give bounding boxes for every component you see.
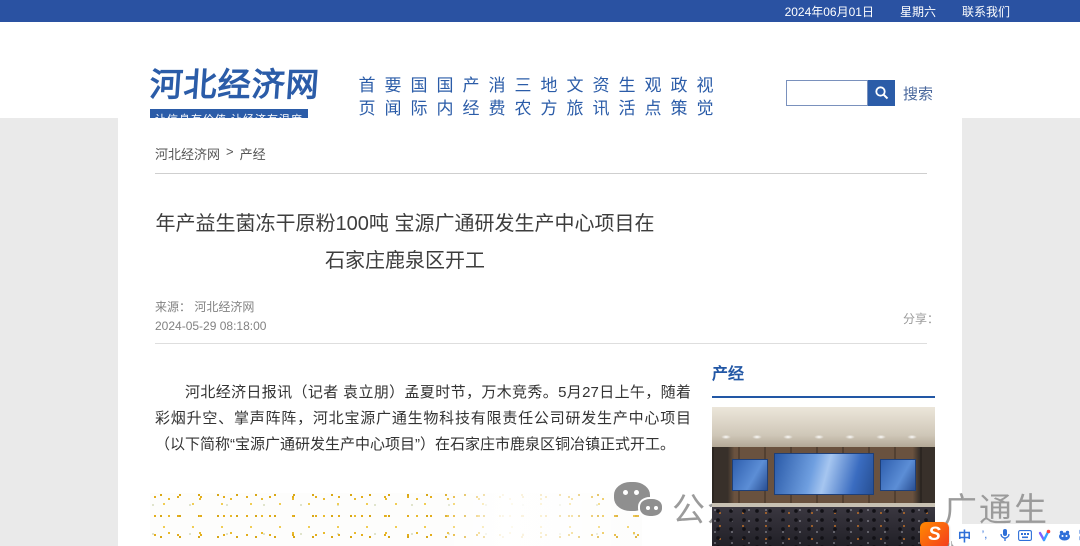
nav-item-opinion[interactable]: 观点 <box>644 74 662 120</box>
site-logo-title: 河北经济网 <box>148 68 321 104</box>
breadcrumb-separator: > <box>226 144 234 159</box>
nav-item-information[interactable]: 资讯 <box>592 74 610 120</box>
photo-main-screen <box>774 453 874 495</box>
search-input[interactable] <box>786 80 868 106</box>
photo-left-screen <box>732 459 768 491</box>
main-nav: 首页 要闻 国际 国内 产经 消费 三农 地方 文旅 资讯 生活 观点 政策 视… <box>358 74 718 120</box>
browser-viewport: 2024年06月01日 星期六 联系我们 河北经济网 让信息有价值 让经济有温度… <box>0 0 1080 546</box>
skin-theme-icon[interactable] <box>1037 527 1052 543</box>
ime-icon-bar: 中 ’, <box>952 524 1080 546</box>
photo-ceiling <box>712 407 935 447</box>
search-label[interactable]: 搜索 <box>903 83 933 104</box>
breadcrumb-home[interactable]: 河北经济网 <box>155 144 220 163</box>
microphone-icon[interactable] <box>997 527 1012 543</box>
mascot-icon[interactable] <box>1057 527 1072 543</box>
source-value: 河北经济网 <box>194 300 255 314</box>
punctuation-mode-icon[interactable]: ’, <box>977 527 992 543</box>
divider <box>155 173 927 174</box>
sidebar-section-title[interactable]: 产经 <box>712 360 935 398</box>
top-bar: 2024年06月01日 星期六 联系我们 <box>0 0 1080 22</box>
nav-item-home[interactable]: 首页 <box>358 74 376 120</box>
source-label: 来源： <box>155 300 192 314</box>
keyboard-icon[interactable] <box>1017 527 1032 543</box>
ime-toolbar: S 中 ’, <box>920 522 1080 546</box>
sogou-logo[interactable]: S <box>920 522 949 546</box>
nav-item-policy[interactable]: 政策 <box>670 74 688 120</box>
photo-ceiling-lights <box>712 433 935 441</box>
nav-item-life[interactable]: 生活 <box>618 74 636 120</box>
breadcrumb: 河北经济网 > 产经 <box>155 144 266 163</box>
nav-item-international[interactable]: 国际 <box>410 74 428 120</box>
search-box: 搜索 <box>786 80 933 106</box>
nav-item-news[interactable]: 要闻 <box>384 74 402 120</box>
article-body: 河北经济日报讯（记者 袁立朋）孟夏时节，万木竞秀。5月27日上午，随着彩烟升空、… <box>155 380 691 458</box>
magnifier-icon <box>874 85 890 101</box>
nav-item-local[interactable]: 地方 <box>540 74 558 120</box>
search-button[interactable] <box>868 80 895 106</box>
nav-item-consumption[interactable]: 消费 <box>488 74 506 120</box>
divider <box>155 343 927 344</box>
article-image-gold-confetti <box>150 493 642 546</box>
site-header: 河北经济网 让信息有价值 让经济有温度 首页 要闻 国际 国内 产经 消费 三农… <box>0 22 1080 129</box>
chinese-english-toggle[interactable]: 中 <box>957 527 972 544</box>
content-card: 河北经济网 > 产经 年产益生菌冻干原粉100吨 宝源广通研发生产中心项目在石家… <box>118 118 962 546</box>
article-meta: 来源： 河北经济网 2024-05-29 08:18:00 <box>155 298 266 336</box>
sidebar-news-photo[interactable] <box>712 407 935 546</box>
nav-item-industry[interactable]: 产经 <box>462 74 480 120</box>
share-label: 分享： <box>903 312 940 326</box>
nav-item-domestic[interactable]: 国内 <box>436 74 454 120</box>
nav-item-agriculture[interactable]: 三农 <box>514 74 532 120</box>
article-datetime: 2024-05-29 08:18:00 <box>155 319 267 333</box>
wechat-icon <box>614 482 672 526</box>
topbar-weekday: 星期六 <box>899 4 936 19</box>
nav-item-culture-tourism[interactable]: 文旅 <box>566 74 584 120</box>
contact-us-link[interactable]: 联系我们 <box>962 3 1010 20</box>
breadcrumb-current-section[interactable]: 产经 <box>240 144 266 163</box>
nav-item-visual[interactable]: 视觉 <box>696 74 714 120</box>
article-title: 年产益生菌冻干原粉100吨 宝源广通研发生产中心项目在石家庄鹿泉区开工 <box>155 213 655 272</box>
photo-audience <box>712 507 935 546</box>
sidebar: 产经 <box>712 360 935 546</box>
article-paragraph: 河北经济日报讯（记者 袁立朋）孟夏时节，万木竞秀。5月27日上午，随着彩烟升空、… <box>155 384 691 453</box>
topbar-date: 2024年06月01日 <box>784 4 874 19</box>
photo-right-screen <box>880 459 916 491</box>
